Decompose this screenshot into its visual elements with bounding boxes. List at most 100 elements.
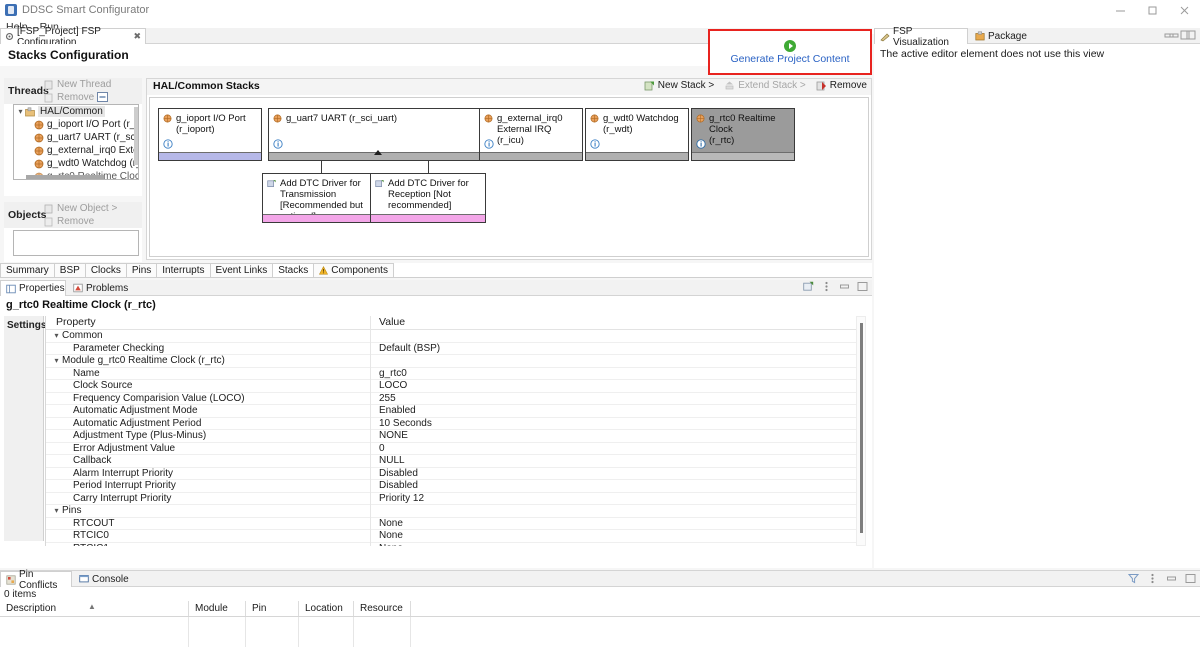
pin-conflicts-table[interactable]: Description ▲ Module Pin Location Resour… (0, 601, 1200, 649)
info-icon[interactable] (590, 139, 600, 149)
property-value[interactable]: Disabled (371, 468, 418, 479)
tab-fsp-visualization[interactable]: FSP Visualization (874, 26, 968, 48)
tree-item-g-ioport[interactable]: g_ioport I/O Port (r_io (14, 118, 138, 131)
stack-addon-dtc-transmission[interactable]: Add DTC Driver for Transmission [Recomme… (262, 173, 380, 223)
table-row[interactable]: ▾ Common (46, 330, 863, 343)
table-row[interactable]: RTCIC1 None (46, 543, 863, 546)
table-row[interactable]: Error Adjustment Value 0 (46, 443, 863, 455)
info-icon[interactable] (696, 139, 706, 149)
editor-tab-fsp-configuration[interactable]: [FSP_Project] FSP Configuration ✖ (0, 26, 146, 48)
property-value[interactable]: LOCO (371, 380, 407, 391)
minimize-icon[interactable] (1166, 573, 1177, 584)
stacks-canvas[interactable]: g_ioport I/O Port (r_ioport) g_uart7 UAR… (149, 97, 869, 257)
properties-settings-tab[interactable]: Settings (4, 316, 46, 541)
new-thread-button[interactable]: New Thread (44, 78, 111, 91)
table-row[interactable]: Clock Source LOCO (46, 380, 863, 393)
table-row[interactable]: ▾ Module g_rtc0 Realtime Clock (r_rtc) (46, 355, 863, 368)
close-icon[interactable]: ✖ (133, 31, 141, 42)
view-menu-icon[interactable] (821, 281, 832, 292)
tab-components[interactable]: Components (313, 263, 394, 277)
stack-module-wdt0[interactable]: g_wdt0 Watchdog (r_wdt) (585, 108, 689, 161)
chevron-down-icon[interactable]: ▾ (51, 506, 62, 515)
column-header-description[interactable]: Description ▲ (0, 601, 189, 616)
tab-stacks[interactable]: Stacks (272, 263, 315, 277)
minimize-icon[interactable] (1164, 30, 1174, 40)
property-value[interactable]: NONE (371, 430, 408, 441)
chevron-down-icon[interactable]: ▾ (16, 107, 25, 116)
table-row[interactable]: Period Interrupt Priority Disabled (46, 480, 863, 493)
table-row[interactable]: Alarm Interrupt Priority Disabled (46, 468, 863, 480)
table-row[interactable]: Callback NULL (46, 455, 863, 468)
property-value[interactable]: Enabled (371, 405, 416, 416)
threads-tree-vscrollbar[interactable] (133, 105, 138, 179)
table-row[interactable]: Automatic Adjustment Period 10 Seconds (46, 418, 863, 430)
column-header-pin[interactable]: Pin (246, 601, 299, 616)
property-value[interactable]: None (371, 543, 403, 546)
tab-event-links[interactable]: Event Links (209, 263, 274, 277)
tree-item-g-wdt0[interactable]: g_wdt0 Watchdog (r_w (14, 157, 138, 170)
property-value[interactable]: None (371, 518, 403, 529)
stack-module-external-irq0[interactable]: g_external_irq0 External IRQ (r_icu) (479, 108, 583, 161)
threads-tree-hscrollbar[interactable] (14, 174, 138, 179)
objects-list[interactable] (13, 230, 139, 256)
table-row[interactable]: Parameter Checking Default (BSP) (46, 343, 863, 355)
maximize-icon[interactable] (1185, 573, 1196, 584)
tab-package[interactable]: Package (970, 28, 1032, 44)
table-row[interactable]: Adjustment Type (Plus-Minus) NONE (46, 430, 863, 443)
stack-module-ioport[interactable]: g_ioport I/O Port (r_ioport) (158, 108, 262, 161)
info-icon[interactable] (163, 139, 173, 149)
tree-item-g-uart7[interactable]: g_uart7 UART (r_sci_ua (14, 131, 138, 144)
table-row[interactable]: ▾ Pins (46, 505, 863, 518)
info-icon[interactable] (273, 139, 283, 149)
view-menu-icon[interactable] (1147, 573, 1158, 584)
collapse-all-icon[interactable] (97, 92, 108, 102)
new-view-icon[interactable] (803, 281, 814, 292)
property-value[interactable]: g_rtc0 (371, 368, 407, 379)
tree-item-hal-common[interactable]: ▾ HAL/Common (14, 105, 138, 118)
minimize-icon[interactable] (839, 281, 850, 292)
property-value[interactable]: Disabled (371, 480, 418, 491)
tab-pin-conflicts[interactable]: Pin Conflicts (0, 569, 72, 591)
maximize-icon[interactable] (1180, 30, 1190, 40)
tab-bsp[interactable]: BSP (53, 263, 86, 277)
minimize-icon[interactable] (1104, 0, 1136, 20)
properties-vscrollbar[interactable] (856, 316, 866, 546)
property-value[interactable]: None (371, 530, 403, 541)
property-value[interactable]: 10 Seconds (371, 418, 432, 429)
extend-stack-button[interactable]: Extend Stack > (724, 80, 806, 91)
new-object-button[interactable]: New Object > (44, 202, 117, 215)
tab-summary[interactable]: Summary (0, 263, 55, 277)
chevron-down-icon[interactable]: ▾ (51, 331, 62, 340)
maximize-icon[interactable] (857, 281, 868, 292)
table-row[interactable]: RTCIC0 None (46, 530, 863, 543)
table-row[interactable]: RTCOUT None (46, 518, 863, 530)
maximize-icon[interactable] (1136, 0, 1168, 20)
property-value[interactable]: NULL (371, 455, 405, 466)
tab-properties[interactable]: Properties (0, 280, 66, 296)
tab-interrupts[interactable]: Interrupts (156, 263, 211, 277)
property-value[interactable]: 0 (371, 443, 385, 454)
property-value[interactable]: Priority 12 (371, 493, 424, 504)
stack-module-rtc0[interactable]: g_rtc0 Realtime Clock (r_rtc) (691, 108, 795, 161)
property-value[interactable]: Default (BSP) (371, 343, 440, 354)
column-header-location[interactable]: Location (299, 601, 354, 616)
table-row[interactable]: Frequency Comparision Value (LOCO) 255 (46, 393, 863, 405)
remove-object-button[interactable]: Remove (44, 215, 117, 228)
filter-icon[interactable] (1128, 573, 1139, 584)
table-row[interactable]: Name g_rtc0 (46, 368, 863, 380)
tree-item-g-external-irq0[interactable]: g_external_irq0 Extern (14, 144, 138, 157)
remove-stack-button[interactable]: Remove (816, 80, 867, 91)
generate-project-content-button[interactable]: Generate Project Content (710, 31, 870, 73)
stack-module-uart7[interactable]: g_uart7 UART (r_sci_uart) (268, 108, 486, 161)
table-row[interactable]: Automatic Adjustment Mode Enabled (46, 405, 863, 418)
close-icon[interactable] (1168, 0, 1200, 20)
column-header-resource[interactable]: Resource (354, 601, 411, 616)
tab-console[interactable]: Console (74, 571, 134, 587)
tab-pins[interactable]: Pins (125, 263, 158, 277)
tab-clocks[interactable]: Clocks (84, 263, 127, 277)
new-stack-button[interactable]: New Stack > (644, 80, 714, 91)
table-row[interactable]: Carry Interrupt Priority Priority 12 (46, 493, 863, 505)
threads-tree[interactable]: ▾ HAL/Common g_ioport I/O Port (r_io g_u… (13, 104, 139, 180)
tab-problems[interactable]: Problems (68, 280, 133, 296)
chevron-down-icon[interactable]: ▾ (51, 356, 62, 365)
